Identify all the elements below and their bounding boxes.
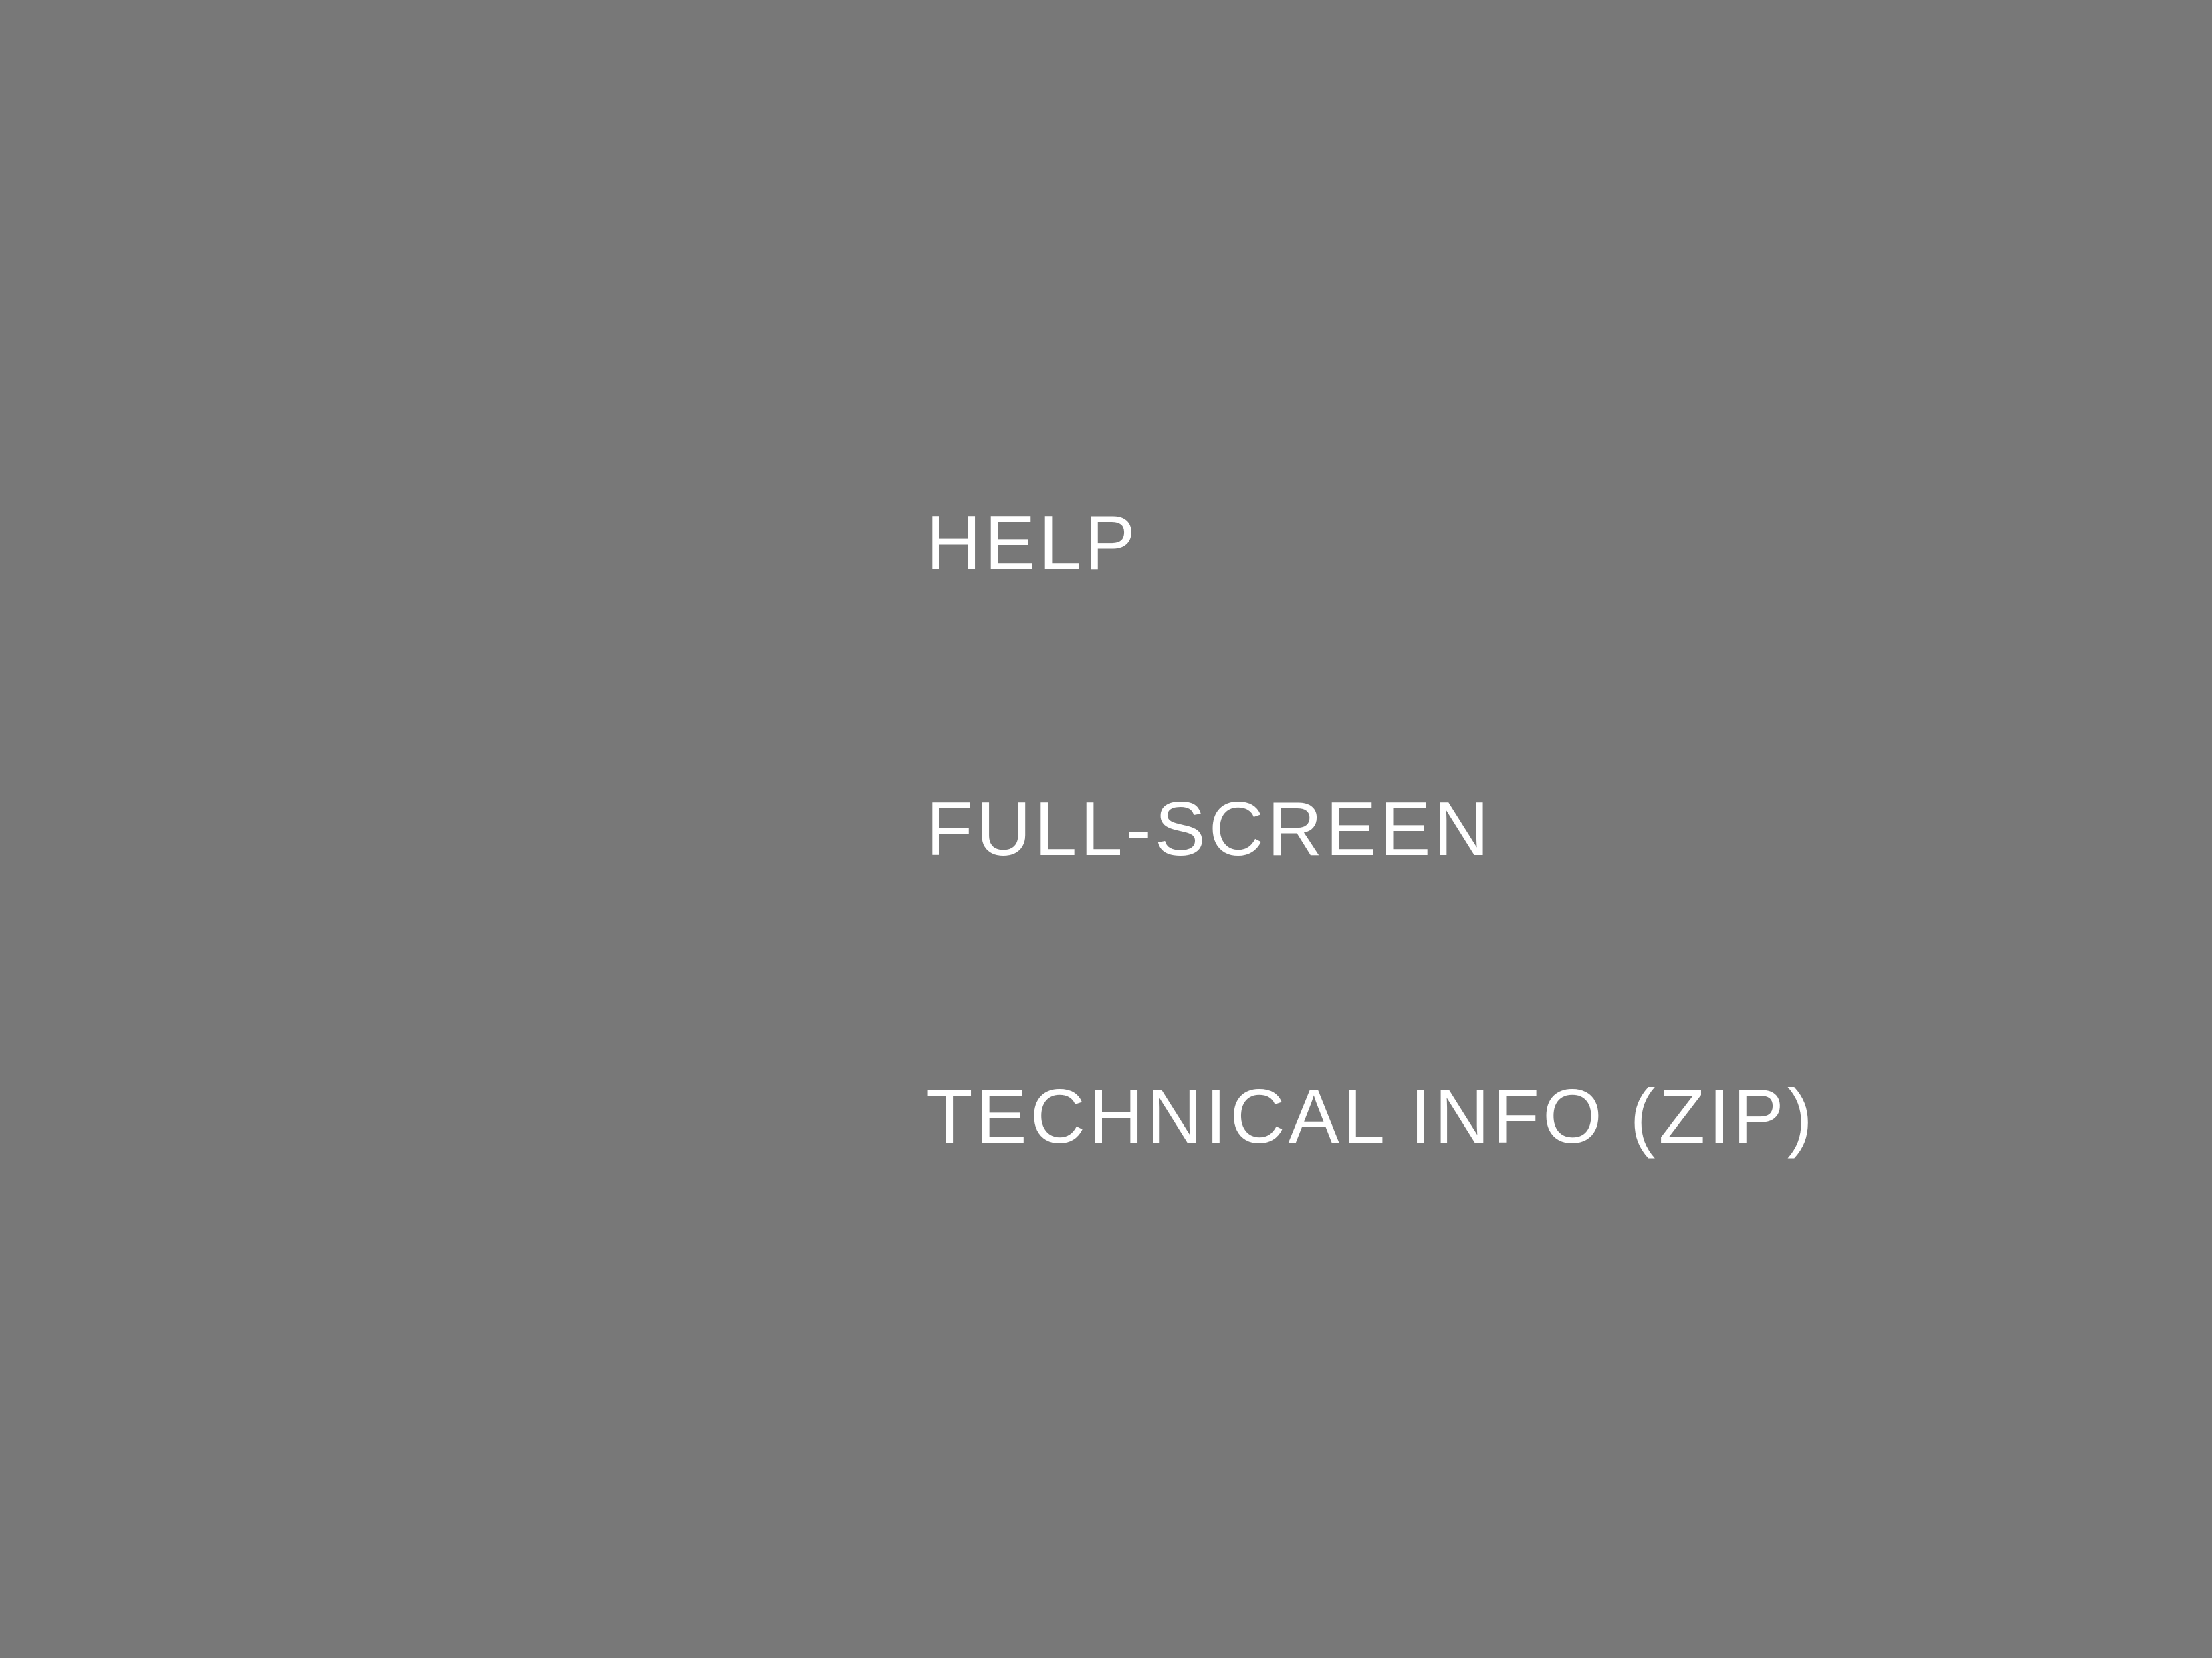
menu-screen: HELP FULL-SCREEN TECHNICAL INFO (ZIP) bbox=[0, 0, 2212, 1658]
options-menu: HELP FULL-SCREEN TECHNICAL INFO (ZIP) bbox=[926, 0, 2130, 1658]
technical-info-zip-menu-item[interactable]: TECHNICAL INFO (ZIP) bbox=[926, 1079, 1816, 1155]
full-screen-menu-item[interactable]: FULL-SCREEN bbox=[926, 792, 1492, 868]
help-menu-item[interactable]: HELP bbox=[926, 505, 1139, 582]
